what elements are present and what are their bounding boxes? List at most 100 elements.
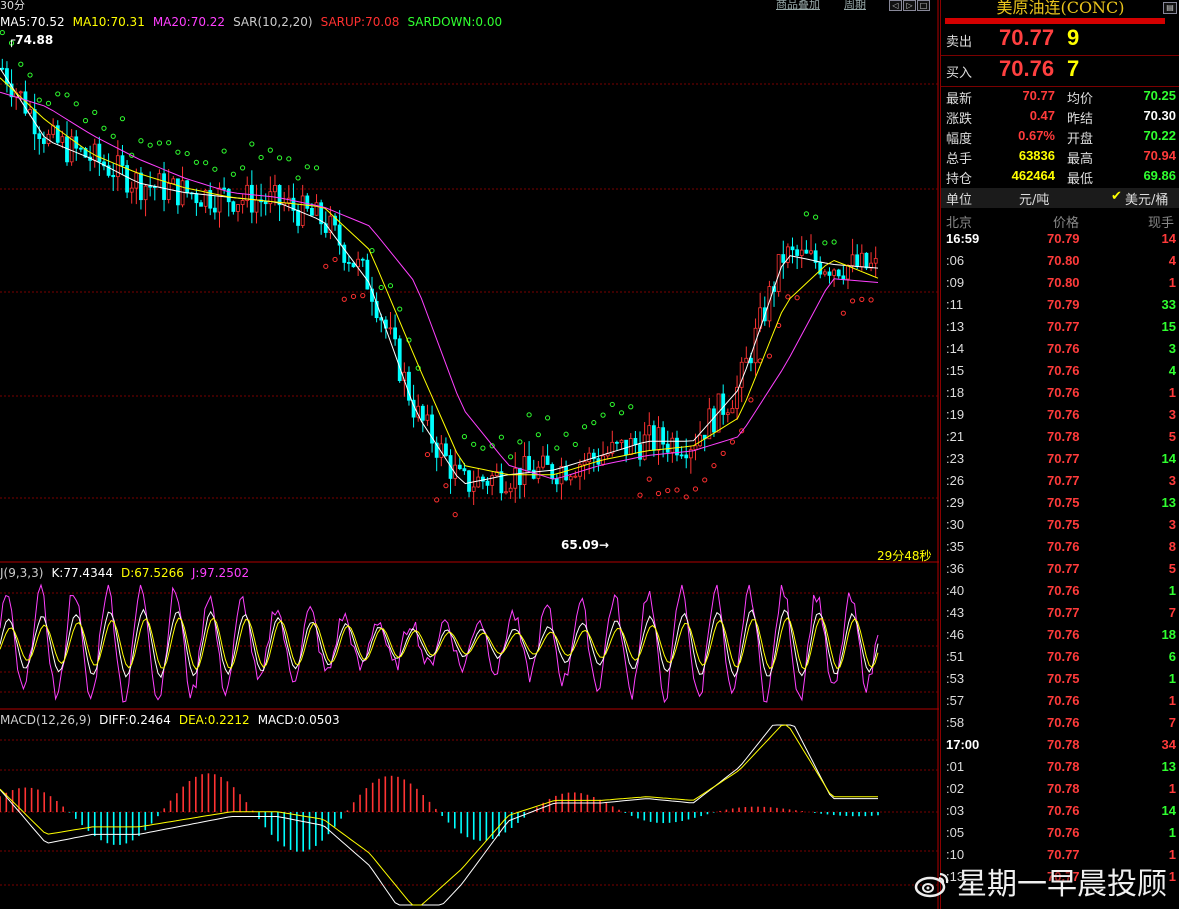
buy-row[interactable]: 买入 70.76 7: [941, 55, 1179, 85]
candle-body: [679, 454, 684, 457]
tick-price: 70.77: [1047, 319, 1080, 334]
tick-time: :51: [946, 649, 965, 664]
scroll-left-icon[interactable]: ◁: [889, 0, 902, 11]
tick-volume: 18: [1161, 627, 1176, 642]
sar-down-dot: [45, 100, 52, 106]
chart-area[interactable]: 30分 商品叠加 周期 ◁ ▷ □ MA5:70.52 MA10:70.31 MA2…: [0, 0, 939, 909]
tick-price: 70.76: [1047, 407, 1080, 422]
tick-row[interactable]: :30 70.75 3: [941, 517, 1179, 539]
tick-time: :14: [946, 341, 965, 356]
candle-body: [360, 258, 365, 261]
candle-body: [346, 262, 351, 264]
candlestick-chart[interactable]: [0, 0, 939, 909]
tick-row[interactable]: :01 70.78 13: [941, 759, 1179, 781]
tick-row[interactable]: 17:00 70.78 34: [941, 737, 1179, 759]
candle-body: [651, 425, 656, 451]
sar-up-dot: [350, 293, 357, 300]
period-tab[interactable]: 30分: [0, 0, 25, 13]
candle-body: [171, 178, 176, 184]
tick-row[interactable]: :06 70.80 4: [941, 253, 1179, 275]
tick-row[interactable]: :43 70.77 7: [941, 605, 1179, 627]
unit-option-usd[interactable]: 美元/桶: [1125, 189, 1168, 208]
unit-selector[interactable]: 单位 元/吨 ✔ 美元/桶: [941, 188, 1179, 208]
tick-row[interactable]: :09 70.80 1: [941, 275, 1179, 297]
tick-row[interactable]: :35 70.76 8: [941, 539, 1179, 561]
sar-down-dot: [101, 125, 107, 131]
tick-row[interactable]: :02 70.78 1: [941, 781, 1179, 803]
tick-time: :11: [946, 297, 964, 312]
tick-volume: 4: [1168, 363, 1176, 378]
tick-row[interactable]: :03 70.76 14: [941, 803, 1179, 825]
sar-down-dot: [230, 171, 236, 177]
candle-body: [508, 487, 513, 493]
tick-price: 70.76: [1047, 693, 1080, 708]
ma-legend: MA5:70.52 MA10:70.31 MA20:70.22 SAR(10,2,20…: [0, 14, 510, 30]
tick-volume: 5: [1168, 429, 1176, 444]
tick-row[interactable]: :21 70.78 5: [941, 429, 1179, 451]
sar-down-dot: [461, 434, 468, 440]
panel-menu-icon[interactable]: ▤: [1163, 2, 1177, 14]
sell-row[interactable]: 卖出 70.77 9: [941, 24, 1179, 54]
bar-countdown: 29分48秒: [877, 549, 932, 563]
candle-body: [60, 136, 65, 143]
unit-option-yuan[interactable]: 元/吨: [1019, 189, 1049, 208]
tick-time: :26: [946, 473, 965, 488]
tick-price: 70.76: [1047, 715, 1080, 730]
candle-body: [388, 327, 393, 330]
tick-row[interactable]: :46 70.76 18: [941, 627, 1179, 649]
tick-row[interactable]: :13 70.77 15: [941, 319, 1179, 341]
overlay-button[interactable]: 商品叠加: [776, 0, 820, 10]
candle-body: [827, 271, 832, 276]
candle-body: [42, 138, 46, 144]
candle-body: [822, 271, 827, 275]
tick-row[interactable]: :19 70.76 3: [941, 407, 1179, 429]
tick-row[interactable]: :40 70.76 1: [941, 583, 1179, 605]
tick-volume: 15: [1161, 319, 1176, 334]
candle-body: [864, 252, 869, 269]
buy-price: 70.76: [999, 56, 1055, 81]
sar-down-dot: [471, 441, 477, 447]
tick-time: :05: [946, 825, 965, 840]
scroll-right-icon[interactable]: ▷: [903, 0, 916, 11]
check-icon: ✔: [1111, 189, 1122, 204]
ma-line-ma20: [0, 91, 879, 480]
watermark-text: 星期一早晨投顾: [957, 867, 1167, 902]
tick-row[interactable]: :15 70.76 4: [941, 363, 1179, 385]
tick-row[interactable]: :51 70.76 6: [941, 649, 1179, 671]
sar-down-dot: [73, 101, 79, 107]
sar-up-dot: [646, 476, 652, 482]
tick-row[interactable]: :53 70.75 1: [941, 671, 1179, 693]
sar-down-dot: [55, 91, 61, 97]
tick-row[interactable]: :29 70.75 13: [941, 495, 1179, 517]
sar-up-dot: [683, 494, 689, 500]
candle-body: [162, 173, 166, 200]
candle-body: [850, 254, 855, 266]
maximize-icon[interactable]: □: [917, 0, 930, 11]
tick-row[interactable]: 16:59 70.79 14: [941, 231, 1179, 253]
tick-row[interactable]: :23 70.77 14: [941, 451, 1179, 473]
tick-row[interactable]: :11 70.79 33: [941, 297, 1179, 319]
sell-price: 70.77: [999, 25, 1055, 50]
tick-volume: 1: [1168, 275, 1176, 290]
sar-up-dot: [794, 295, 800, 301]
tick-row[interactable]: :57 70.76 1: [941, 693, 1179, 715]
candle-body: [78, 147, 83, 150]
tick-row[interactable]: :58 70.76 7: [941, 715, 1179, 737]
tick-volume: 1: [1168, 693, 1176, 708]
tick-price: 70.77: [1047, 451, 1080, 466]
sar-down-dot: [110, 133, 116, 139]
tick-row[interactable]: :36 70.77 5: [941, 561, 1179, 583]
tick-price: 70.76: [1047, 363, 1080, 378]
tick-row[interactable]: :14 70.76 3: [941, 341, 1179, 363]
ma-line-ma5: [0, 68, 879, 485]
macd-diff-line: [0, 724, 878, 906]
instrument-title[interactable]: 美原油连(CONC): [941, 0, 1179, 18]
tick-row[interactable]: :05 70.76 1: [941, 825, 1179, 847]
tick-row[interactable]: :26 70.77 3: [941, 473, 1179, 495]
tick-row[interactable]: :18 70.76 1: [941, 385, 1179, 407]
watermark: 星期一早晨投顾: [913, 859, 1167, 903]
period-button[interactable]: 周期: [844, 0, 866, 10]
candle-body: [633, 438, 638, 446]
kdj-legend: J(9,3,3) K:77.4344 D:67.5266 J:97.2502: [0, 565, 257, 581]
stat-row: 总手 63836 最高 70.94: [941, 148, 1179, 168]
